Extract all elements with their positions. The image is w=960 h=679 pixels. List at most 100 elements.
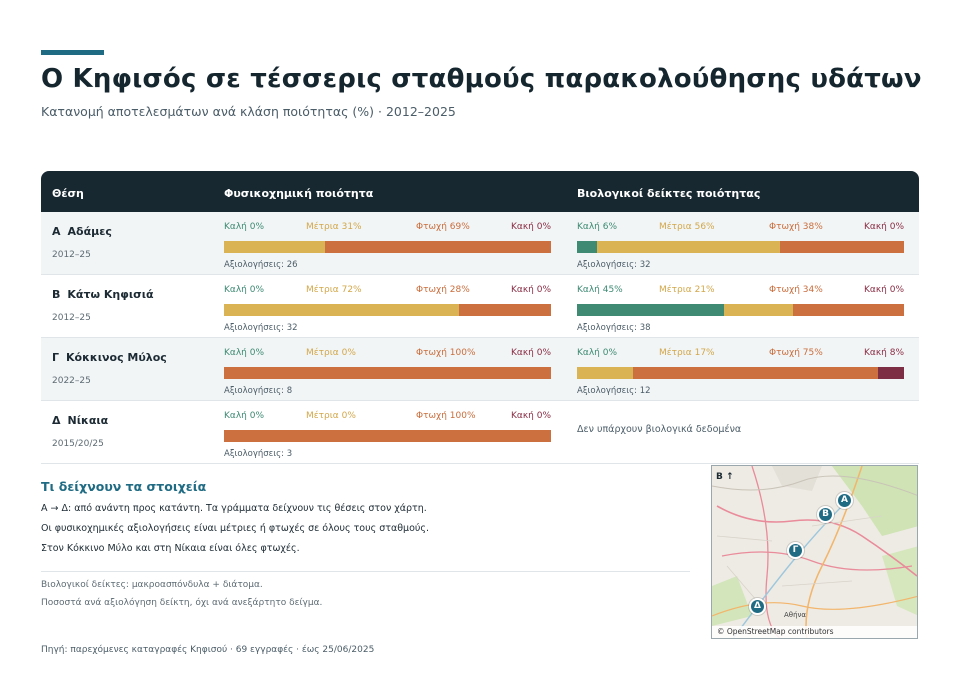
label-bad: Κακή 0% xyxy=(511,411,551,421)
class-labels: Καλή 6% Μέτρια 56% Φτωχή 38% Κακή 0% xyxy=(577,222,904,234)
label-good: Καλή 0% xyxy=(224,285,265,295)
site-name: Β Κάτω Κηφισιά xyxy=(52,288,154,301)
bar-segment-moderate xyxy=(577,367,633,379)
stacked-bar[interactable] xyxy=(577,367,904,379)
map-marker-a[interactable]: Α xyxy=(836,492,853,509)
label-bad: Κακή 0% xyxy=(511,222,551,232)
label-poor: Φτωχή 69% xyxy=(416,222,470,232)
map-marker-d[interactable]: Δ xyxy=(749,598,766,615)
label-bad: Κακή 0% xyxy=(511,285,551,295)
site-label: Νίκαια xyxy=(67,414,109,427)
method-note: Βιολογικοί δείκτες: μακροασπόνδυλα + διά… xyxy=(41,580,263,590)
class-labels: Καλή 45% Μέτρια 21% Φτωχή 34% Κακή 0% xyxy=(577,285,904,297)
site-name: Δ Νίκαια xyxy=(52,414,108,427)
biological-bar-group: Καλή 45% Μέτρια 21% Φτωχή 34% Κακή 0% Αξιολο… xyxy=(577,285,904,335)
map-background xyxy=(712,466,917,638)
label-moderate: Μέτρια 0% xyxy=(306,348,356,358)
map-city-label: Αθήνα xyxy=(784,611,807,619)
physicochemical-bar-group: Καλή 0% Μέτρια 0% Φτωχή 100% Κακή 0% Αξιολογ… xyxy=(224,411,551,461)
assessment-count: Αξιολογήσεις: 8 xyxy=(224,386,293,396)
class-labels: Καλή 0% Μέτρια 72% Φτωχή 28% Κακή 0% xyxy=(224,285,551,297)
bar-segment-good xyxy=(577,241,597,253)
table-row[interactable]: Γ Κόκκινος Μύλος 2022–25 Καλή 0% Μέτρια 0% Φτ… xyxy=(41,338,919,401)
label-moderate: Μέτρια 31% xyxy=(306,222,362,232)
column-header-physicochemical: Φυσικοχημική ποιότητα xyxy=(224,187,374,200)
site-label: Αδάμες xyxy=(67,225,112,238)
map-marker-b[interactable]: Β xyxy=(817,506,834,523)
label-bad: Κακή 8% xyxy=(864,348,904,358)
label-moderate: Μέτρια 0% xyxy=(306,411,356,421)
table-row[interactable]: Β Κάτω Κηφισιά 2012–25 Καλή 0% Μέτρια 72% Φτω… xyxy=(41,275,919,338)
findings-title: Τι δείχνουν τα στοιχεία xyxy=(41,479,207,494)
finding-line: Α → Δ: από ανάντη προς κατάντη. Τα γράμμ… xyxy=(41,503,427,514)
label-poor: Φτωχή 75% xyxy=(769,348,823,358)
stacked-bar[interactable] xyxy=(577,304,904,316)
bar-segment-moderate xyxy=(596,241,780,253)
label-poor: Φτωχή 34% xyxy=(769,285,823,295)
label-bad: Κακή 0% xyxy=(864,222,904,232)
physicochemical-bar-group: Καλή 0% Μέτρια 72% Φτωχή 28% Κακή 0% Αξιολογ… xyxy=(224,285,551,335)
class-labels: Καλή 0% Μέτρια 31% Φτωχή 69% Κακή 0% xyxy=(224,222,551,234)
column-header-site: Θέση xyxy=(52,187,84,200)
no-biological-data: Δεν υπάρχουν βιολογικά δεδομένα xyxy=(577,424,742,435)
assessment-count: Αξιολογήσεις: 26 xyxy=(224,260,298,270)
site-years: 2022–25 xyxy=(52,376,91,386)
physicochemical-bar-group: Καλή 0% Μέτρια 0% Φτωχή 100% Κακή 0% Αξιολογ… xyxy=(224,348,551,398)
label-poor: Φτωχή 100% xyxy=(416,411,476,421)
class-labels: Καλή 0% Μέτρια 0% Φτωχή 100% Κακή 0% xyxy=(224,411,551,423)
finding-line: Οι φυσικοχημικές αξιολογήσεις είναι μέτρ… xyxy=(41,523,429,534)
column-header-biological: Βιολογικοί δείκτες ποιότητας xyxy=(577,187,761,200)
label-moderate: Μέτρια 21% xyxy=(659,285,715,295)
site-letter: Β xyxy=(52,288,61,301)
assessment-count: Αξιολογήσεις: 38 xyxy=(577,323,651,333)
biological-bar-group: Καλή 6% Μέτρια 56% Φτωχή 38% Κακή 0% Αξιολογ… xyxy=(577,222,904,272)
bar-segment-moderate xyxy=(724,304,793,316)
site-name: Α Αδάμες xyxy=(52,225,112,238)
assessment-count: Αξιολογήσεις: 12 xyxy=(577,386,651,396)
bar-segment-poor xyxy=(632,367,878,379)
bar-segment-poor xyxy=(792,304,904,316)
station-map[interactable]: Β ↑ Α Β Γ Δ Αθήνα © OpenStreetMap contri… xyxy=(711,465,918,639)
class-labels: Καλή 0% Μέτρια 0% Φτωχή 100% Κακή 0% xyxy=(224,348,551,360)
label-good: Καλή 0% xyxy=(577,348,618,358)
stacked-bar[interactable] xyxy=(577,241,904,253)
stacked-bar[interactable] xyxy=(224,241,551,253)
bar-segment-good xyxy=(577,304,725,316)
map-marker-c[interactable]: Γ xyxy=(787,542,804,559)
title-accent-bar xyxy=(41,50,104,55)
table-body: Α Αδάμες 2012–25 Καλή 0% Μέτρια 31% Φτωχή 69%… xyxy=(41,212,919,464)
stacked-bar[interactable] xyxy=(224,367,551,379)
stacked-bar[interactable] xyxy=(224,430,551,442)
label-bad: Κακή 0% xyxy=(511,348,551,358)
table-row[interactable]: Δ Νίκαια 2015/20/25 Καλή 0% Μέτρια 0% Φτωχή 1… xyxy=(41,401,919,464)
biological-bar-group: Καλή 0% Μέτρια 17% Φτωχή 75% Κακή 8% Αξιολογ… xyxy=(577,348,904,398)
page-subtitle: Κατανομή αποτελεσμάτων ανά κλάση ποιότητ… xyxy=(41,104,456,119)
label-good: Καλή 0% xyxy=(224,222,265,232)
label-poor: Φτωχή 100% xyxy=(416,348,476,358)
bar-segment-poor xyxy=(459,304,551,316)
site-years: 2015/20/25 xyxy=(52,439,104,449)
north-arrow-label: Β ↑ xyxy=(716,472,734,482)
findings-divider xyxy=(41,571,690,572)
bar-segment-poor xyxy=(224,367,551,379)
site-label: Κάτω Κηφισιά xyxy=(67,288,154,301)
bar-segment-moderate xyxy=(224,241,326,253)
map-attribution[interactable]: © OpenStreetMap contributors xyxy=(712,626,917,638)
label-moderate: Μέτρια 56% xyxy=(659,222,715,232)
site-years: 2012–25 xyxy=(52,313,91,323)
site-letter: Δ xyxy=(52,414,61,427)
label-good: Καλή 45% xyxy=(577,285,623,295)
assessment-count: Αξιολογήσεις: 32 xyxy=(224,323,298,333)
source-note: Πηγή: παρεχόμενες καταγραφές Κηφισού · 6… xyxy=(41,645,375,655)
site-name: Γ Κόκκινος Μύλος xyxy=(52,351,167,364)
physicochemical-bar-group: Καλή 0% Μέτρια 31% Φτωχή 69% Κακή 0% Αξιολογ… xyxy=(224,222,551,272)
assessment-count: Αξιολογήσεις: 3 xyxy=(224,449,293,459)
table-row[interactable]: Α Αδάμες 2012–25 Καλή 0% Μέτρια 31% Φτωχή 69%… xyxy=(41,212,919,275)
label-poor: Φτωχή 28% xyxy=(416,285,470,295)
page-title: Ο Κηφισός σε τέσσερις σταθμούς παρακολού… xyxy=(41,64,922,94)
bar-segment-bad xyxy=(877,367,904,379)
bar-segment-poor xyxy=(325,241,551,253)
bar-segment-poor xyxy=(779,241,904,253)
stacked-bar[interactable] xyxy=(224,304,551,316)
label-poor: Φτωχή 38% xyxy=(769,222,823,232)
